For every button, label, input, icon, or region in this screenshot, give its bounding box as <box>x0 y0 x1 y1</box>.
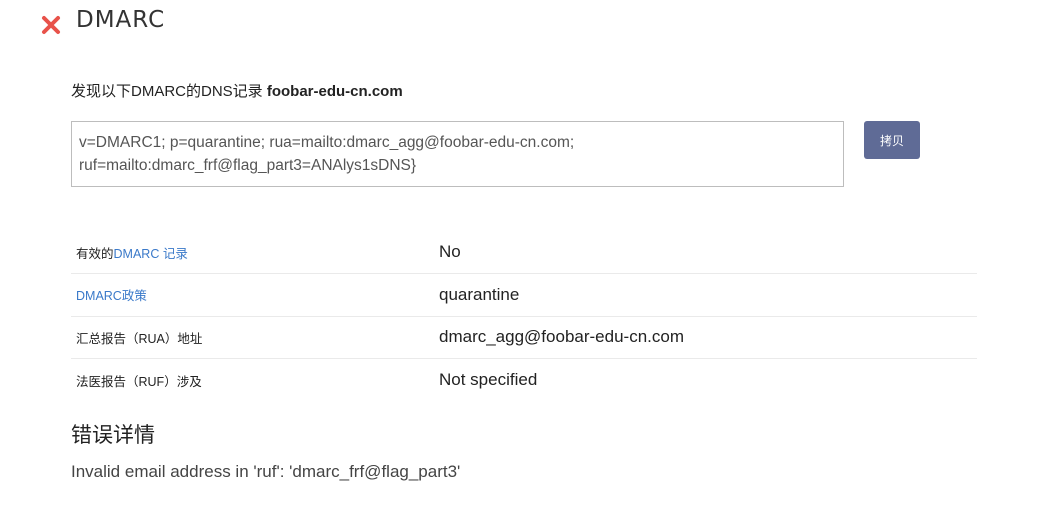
dmarc-result-page: DMARC 发现以下DMARC的DNS记录 foobar-edu-cn.com … <box>0 0 1054 511</box>
table-row-rua: 汇总报告（RUA）地址 dmarc_agg@foobar-edu-cn.com <box>71 316 977 359</box>
dmarc-record-link[interactable]: DMARC 记录 <box>114 247 188 261</box>
row-label-text: 法医报告（RUF）涉及 <box>76 374 202 389</box>
found-record-prefix: 发现以下DMARC的DNS记录 <box>71 83 267 100</box>
dmarc-results-table: 有效的DMARC 记录 No DMARC政策 quarantine 汇总报告（R… <box>71 231 977 401</box>
close-icon <box>40 14 62 36</box>
error-message: Invalid email address in 'ruf': 'dmarc_f… <box>71 462 461 481</box>
row-label: 法医报告（RUF）涉及 <box>71 359 433 402</box>
policy-value: quarantine <box>433 273 977 317</box>
table-row-ruf: 法医报告（RUF）涉及 Not specified <box>71 359 977 402</box>
copy-button[interactable]: 拷贝 <box>864 121 920 159</box>
result-header: DMARC <box>40 4 165 36</box>
row-label: DMARC政策 <box>71 273 433 317</box>
valid-record-value: No <box>433 231 977 274</box>
table-row-valid-record: 有效的DMARC 记录 No <box>71 231 977 274</box>
row-label: 有效的DMARC 记录 <box>71 231 433 274</box>
table-row-policy: DMARC政策 quarantine <box>71 273 977 317</box>
error-details-heading: 错误详情 <box>71 424 155 447</box>
page-title: DMARC <box>76 7 166 33</box>
ruf-value: Not specified <box>439 370 538 389</box>
rua-value: dmarc_agg@foobar-edu-cn.com <box>433 316 977 359</box>
dmarc-policy-link[interactable]: DMARC政策 <box>76 289 147 303</box>
found-record-line: 发现以下DMARC的DNS记录 foobar-edu-cn.com <box>71 80 403 101</box>
row-label: 汇总报告（RUA）地址 <box>71 316 433 359</box>
found-record-domain: foobar-edu-cn.com <box>266 83 403 100</box>
row-label-text: 有效的 <box>76 246 114 261</box>
dmarc-record-text[interactable]: v=DMARC1; p=quarantine; rua=mailto:dmarc… <box>71 121 844 187</box>
row-label-text: 汇总报告（RUA）地址 <box>76 331 203 346</box>
